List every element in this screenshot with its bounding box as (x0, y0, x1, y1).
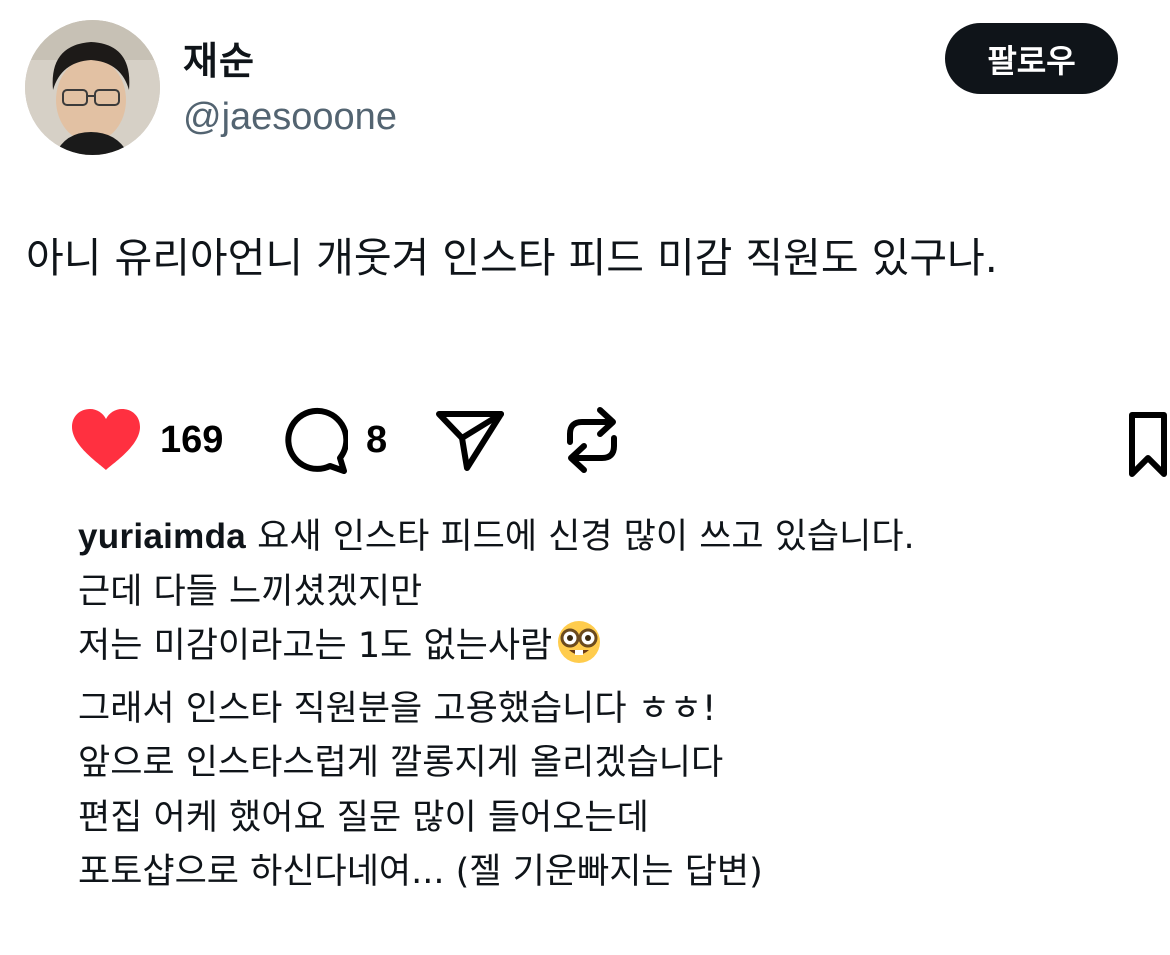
bookmark-button[interactable] (1120, 400, 1170, 490)
comment-count: 8 (366, 418, 388, 461)
like-button[interactable]: 169 (70, 395, 223, 485)
share-button[interactable] (435, 395, 505, 485)
caption-text: 요새 인스타 피드에 신경 많이 쓰고 있습니다. (246, 517, 915, 557)
repost-button[interactable] (560, 395, 624, 485)
nerd-face-emoji-icon (556, 619, 602, 682)
follow-button[interactable]: 팔로우 (945, 23, 1118, 94)
paper-plane-icon (436, 411, 504, 471)
repost-arrows-icon (567, 407, 617, 473)
comment-bubble-icon (285, 407, 348, 474)
caption-line: 편집 어케 했어요 질문 많이 들어오는데 (78, 797, 649, 838)
like-count: 169 (160, 418, 224, 461)
caption-line: 근데 다들 느끼셨겠지만 (78, 571, 423, 612)
post-caption: yuriaimda 요새 인스타 피드에 신경 많이 쓰고 있습니다. 근데 다… (78, 510, 915, 900)
embedded-post-action-bar: 169 8 (0, 395, 1170, 485)
comment-button[interactable]: 8 (280, 395, 387, 485)
caption-line: yuriaimda 요새 인스타 피드에 신경 많이 쓰고 있습니다. (78, 510, 915, 565)
heart-icon (72, 409, 140, 470)
caption-line: 그래서 인스타 직원분을 고용했습니다 ㅎㅎ! (78, 688, 717, 729)
caption-username[interactable]: yuriaimda (78, 517, 246, 556)
caption-line: 포토샵으로 하신다네여... (젤 기운빠지는 답변) (78, 852, 763, 892)
caption-line: 앞으로 인스타스럽게 깔롱지게 올리겠습니다 (78, 743, 724, 783)
tweet-text: 아니 유리아언니 개웃겨 인스타 피드 미감 직원도 있구나. (26, 234, 998, 282)
caption-line: 저는 미감이라고는 1도 없는사람 (78, 619, 915, 682)
author-name[interactable]: 재순 (183, 36, 255, 86)
bookmark-icon (1129, 412, 1167, 477)
caption-text: 저는 미감이라고는 1도 없는사람 (78, 626, 553, 666)
avatar-image (25, 20, 160, 155)
author-handle[interactable]: @jaesooone (183, 93, 397, 141)
author-avatar[interactable] (25, 20, 160, 155)
